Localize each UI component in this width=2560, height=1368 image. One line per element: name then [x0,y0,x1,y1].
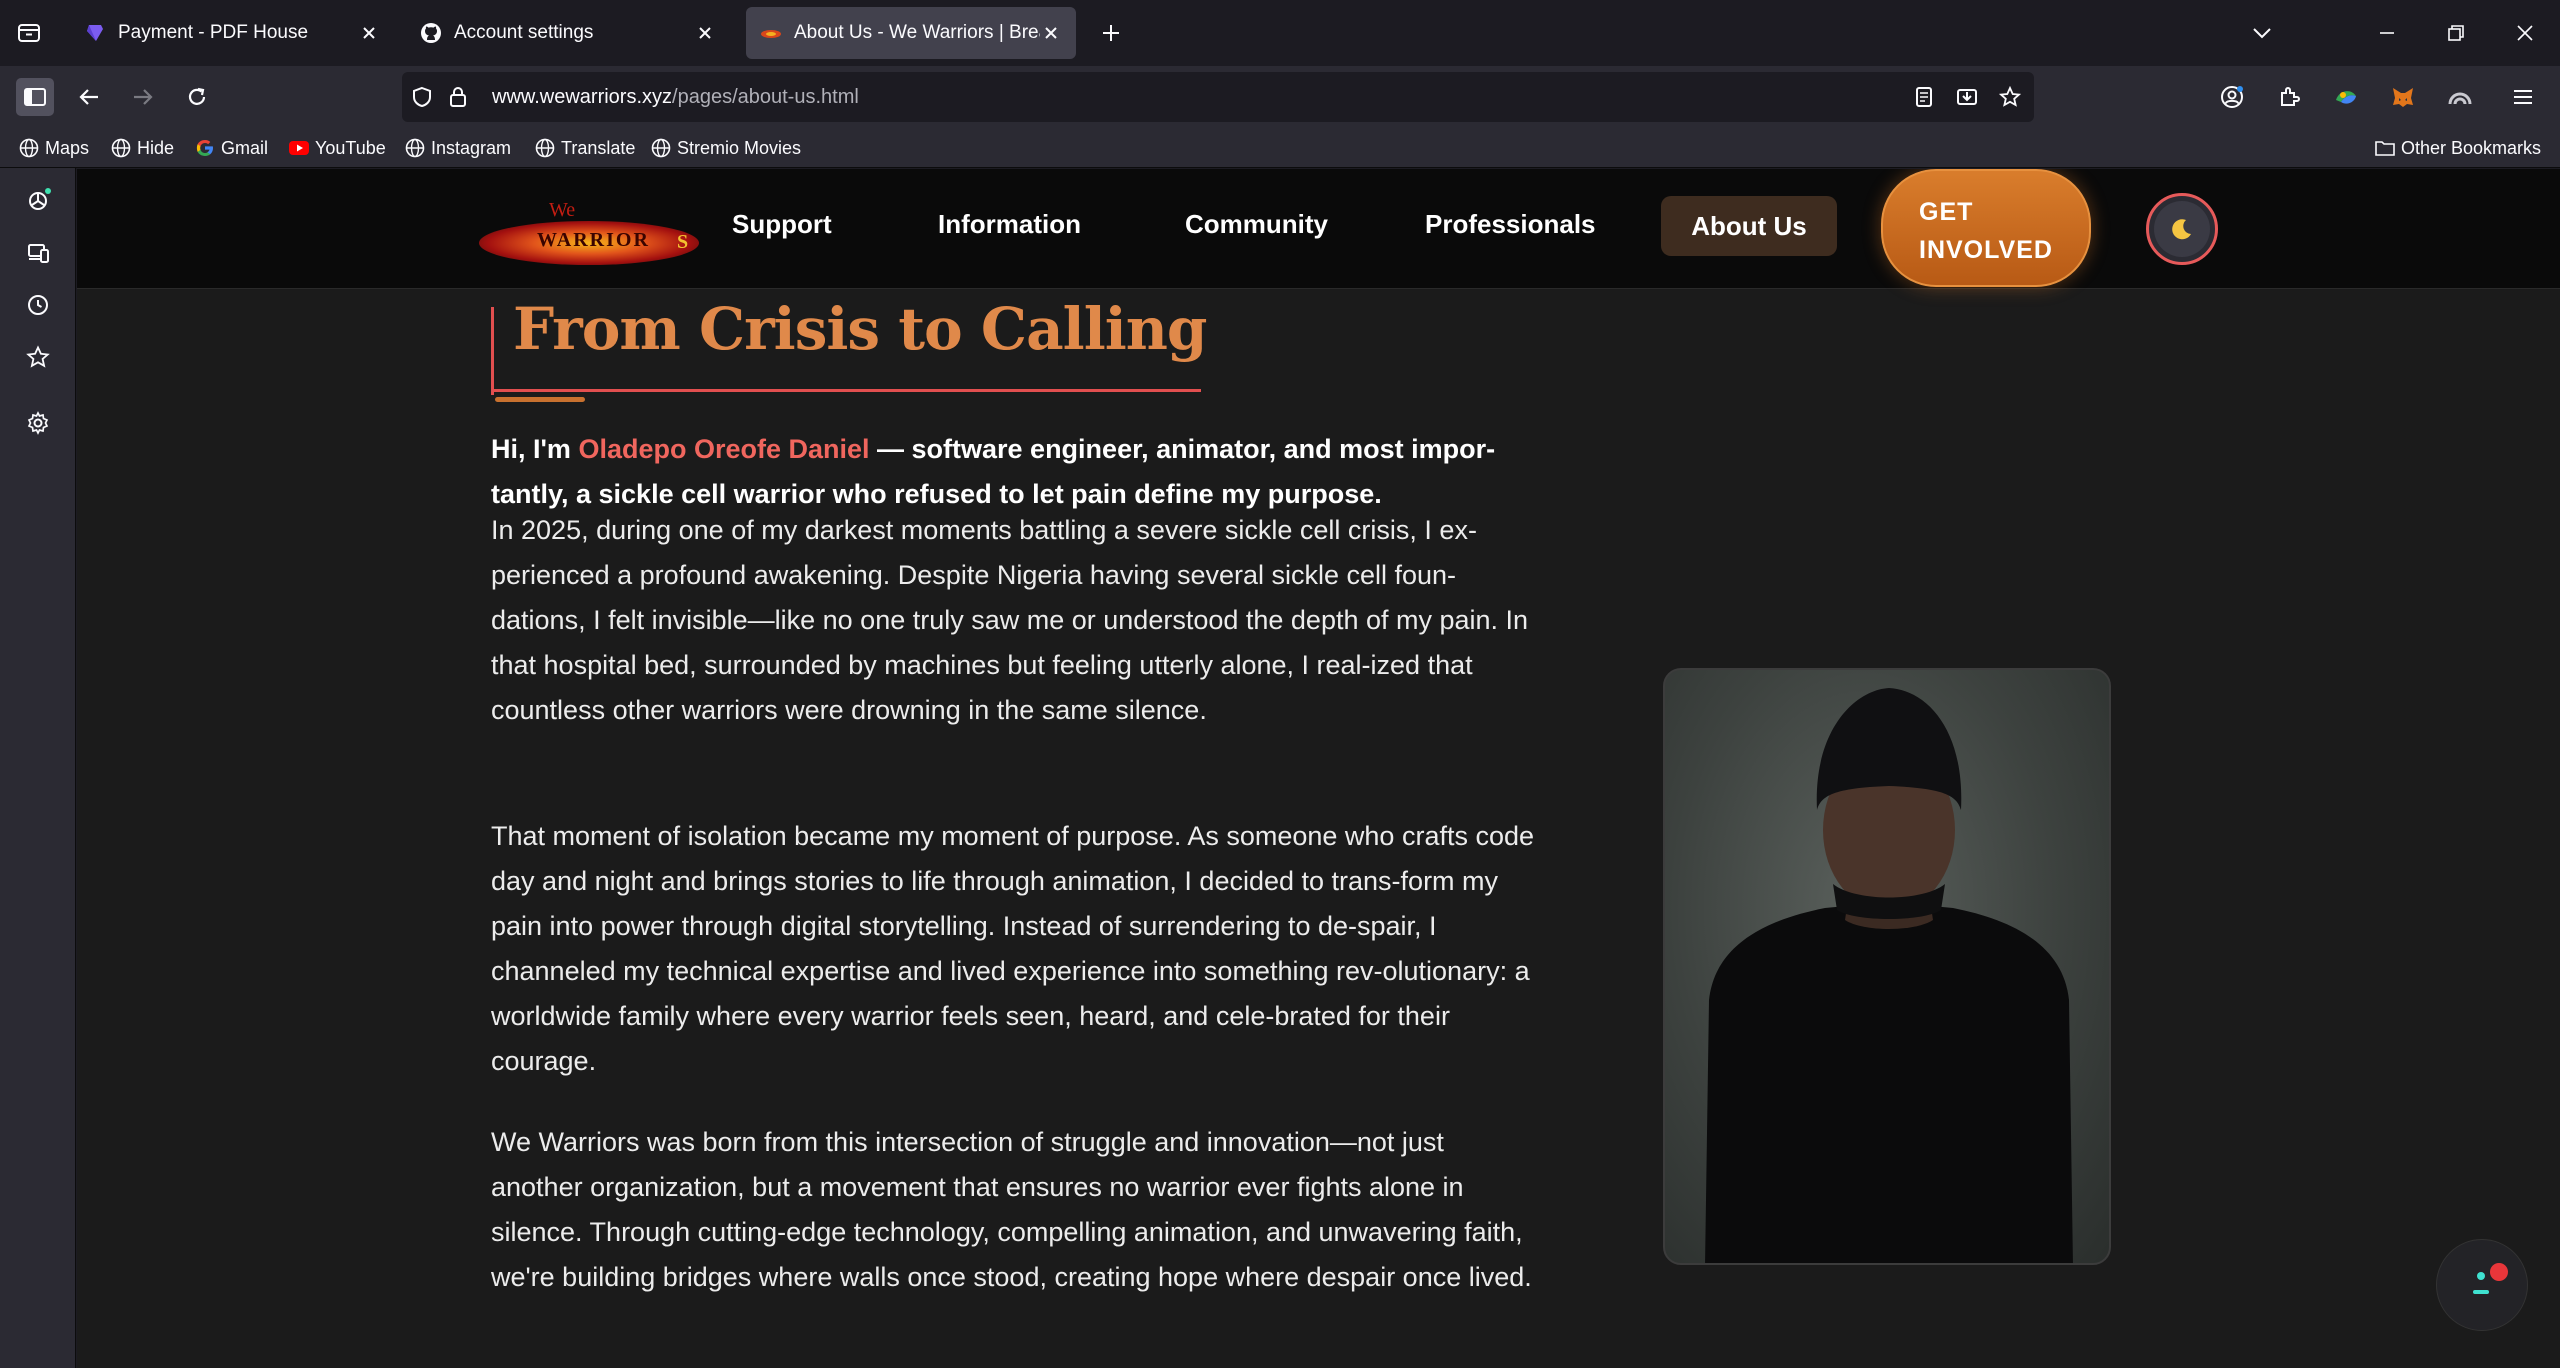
close-window-icon[interactable] [2510,18,2540,48]
globe-icon [18,137,40,159]
theme-toggle-button[interactable] [2146,193,2218,265]
story-paragraph-3: We Warriors was born from this intersect… [491,1127,1532,1292]
back-icon[interactable] [70,78,108,116]
get-involved-button[interactable]: GET INVOLVED [1881,169,2091,287]
globe-icon [534,137,556,159]
heading-accent-bar [491,307,494,395]
youtube-icon [288,137,310,159]
tracking-protection-icon[interactable] [410,85,434,109]
lock-icon[interactable] [446,85,470,109]
story-paragraph-1: In 2025, during one of my darkest moment… [491,515,1529,725]
extensions-icon[interactable] [2270,78,2308,116]
bookmark-maps[interactable]: Maps [18,136,89,160]
close-icon[interactable] [694,22,716,44]
globe-icon [110,137,132,159]
close-icon[interactable] [358,22,380,44]
globe-icon [650,137,672,159]
bookmark-star-icon[interactable] [1998,85,2022,109]
wewarriors-favicon-icon [760,22,782,44]
bookmark-youtube[interactable]: YouTube [288,136,386,160]
bookmarks-star-icon[interactable] [23,342,53,372]
reader-view-icon[interactable] [1912,85,1936,109]
tab-bar: Payment - PDF House Account settings Abo… [0,0,2560,66]
bookmark-hide[interactable]: Hide [110,136,174,160]
page-heading: From Crisis to Calling [513,295,1207,363]
account-icon[interactable] [2213,78,2251,116]
close-icon[interactable] [1040,22,1062,44]
nav-information[interactable]: Information [938,209,1081,240]
minimize-icon[interactable] [2372,18,2402,48]
new-tab-button[interactable] [1096,18,1126,48]
metamask-icon[interactable] [2384,78,2422,116]
bookmark-stremio-movies[interactable]: Stremio Movies [650,136,801,160]
site-header: We WARRIOR S Support Information Communi… [77,169,2560,289]
save-to-pocket-icon[interactable] [1955,85,1979,109]
tab-payment[interactable]: Payment - PDF House [70,7,394,59]
reload-icon[interactable] [178,78,216,116]
browser-sidebar [0,168,76,1368]
tab-title: Account settings [454,22,594,43]
colorful-extension-icon[interactable] [2327,78,2365,116]
story-paragraph-2: That moment of isolation became my momen… [491,821,1535,1076]
pdf-house-icon [84,22,106,44]
tab-list-icon[interactable] [14,18,44,48]
bookmarks-toolbar: Maps Hide Gmail YouTube Instagram Transl… [0,128,2560,168]
logo-wordmark: WARRIOR [537,229,650,251]
cta-line-2: INVOLVED [1919,236,2053,264]
heading-accent-underline [495,397,585,402]
other-bookmarks[interactable]: Other Bookmarks [2374,136,2541,160]
bookmark-instagram[interactable]: Instagram [404,136,511,160]
settings-gear-icon[interactable] [23,408,53,438]
vpn-extension-icon[interactable] [2441,78,2479,116]
url-bar[interactable]: www.wewarriors.xyz/pages/about-us.html [402,72,2034,122]
nav-about-us[interactable]: About Us [1661,196,1837,256]
intro-greeting: Hi, I'm [491,434,579,464]
sidebar-toggle-icon[interactable] [16,78,54,116]
logo-we: We [549,199,576,221]
we-warriors-logo[interactable]: We WARRIOR S [479,191,699,267]
intro-paragraph: Hi, I'm Oladepo Oreofe Daniel — software… [491,427,1531,517]
bookmark-translate[interactable]: Translate [534,136,635,160]
tab-title: Payment - PDF House [118,22,309,43]
web-page: We WARRIOR S Support Information Communi… [77,169,2560,1368]
github-icon [420,22,442,44]
moon-icon [2154,201,2210,257]
synced-tabs-icon[interactable] [23,238,53,268]
history-icon[interactable] [23,290,53,320]
tab-account-settings[interactable]: Account settings [406,7,730,59]
bookmark-gmail[interactable]: Gmail [194,136,268,160]
nav-community[interactable]: Community [1185,209,1328,240]
founder-portrait [1663,668,2111,1265]
google-icon [194,137,216,159]
tab-about-us[interactable]: About Us - We Warriors | Breaking [746,7,1076,59]
author-name: Oladepo Oreofe Daniel [578,434,870,464]
ai-chatbot-icon[interactable] [23,186,53,216]
nav-support[interactable]: Support [732,209,832,240]
folder-icon [2374,137,2396,159]
restore-icon[interactable] [2441,18,2471,48]
menu-icon[interactable] [2504,78,2542,116]
nav-professionals[interactable]: Professionals [1425,209,1596,240]
cta-line-1: GET [1919,198,1974,226]
list-all-tabs-icon[interactable] [2247,18,2277,48]
url-text[interactable]: www.wewarriors.xyz/pages/about-us.html [492,86,859,109]
forward-icon[interactable] [124,78,162,116]
chat-assistant-button[interactable] [2436,1239,2528,1331]
heading-underline [491,389,1201,392]
globe-icon [404,137,426,159]
logo-s: S [677,231,689,253]
tab-title: About Us - We Warriors | Breaking [794,22,1040,43]
